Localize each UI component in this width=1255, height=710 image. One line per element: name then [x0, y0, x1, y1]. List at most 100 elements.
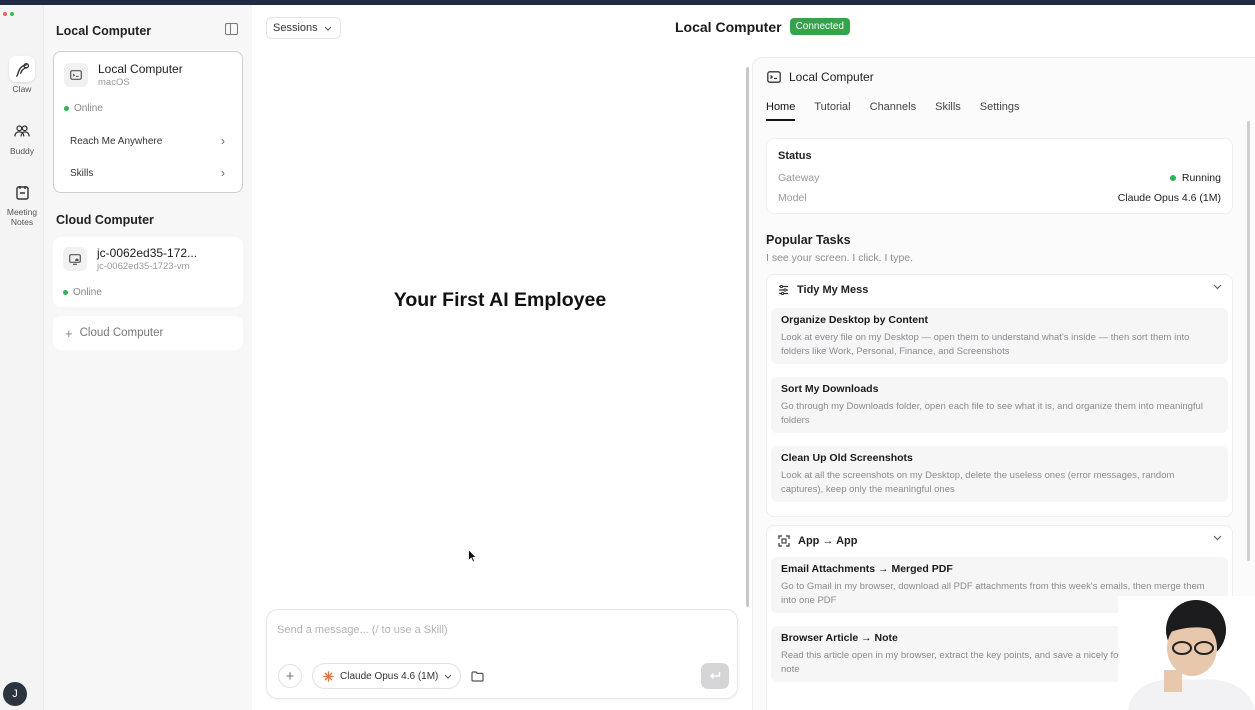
group-title: App → App — [798, 535, 858, 547]
claude-logo-icon — [323, 670, 334, 682]
folder-icon — [470, 670, 484, 682]
model-value: Claude Opus 4.6 (1M) — [1117, 192, 1221, 204]
gateway-label: Gateway — [778, 172, 820, 184]
chat-area: Sessions Your First AI Employee Send a m… — [252, 5, 752, 710]
tab-settings[interactable]: Settings — [980, 101, 1020, 121]
add-cloud-label: Cloud Computer — [79, 327, 164, 339]
window-controls — [3, 12, 14, 16]
task-title: Sort My Downloads — [781, 383, 879, 395]
sessions-dropdown[interactable]: Sessions — [266, 17, 341, 39]
local-computer-heading: Local Computer — [56, 24, 152, 38]
task-item[interactable]: Sort My Downloads Go through my Download… — [771, 377, 1228, 433]
zoom-window-button[interactable] — [10, 12, 14, 16]
task-group-tidy: Tidy My Mess Organize Desktop by Content… — [766, 274, 1233, 517]
tab-home[interactable]: Home — [766, 101, 796, 121]
task-title: Organize Desktop by Content — [781, 314, 929, 326]
presenter-webcam-overlay — [1118, 596, 1255, 710]
claw-icon — [9, 56, 35, 82]
sidebar-toggle-icon[interactable] — [225, 23, 238, 35]
chevron-down-icon[interactable] — [1213, 284, 1222, 290]
notes-icon — [9, 179, 35, 205]
device-id: jc-0062ed35-1723-vm — [97, 261, 190, 272]
device-name: Local Computer — [98, 62, 183, 76]
chevron-right-icon: › — [221, 166, 225, 180]
connection-header: Local Computer Connected — [675, 18, 850, 35]
chevron-down-icon[interactable] — [1213, 535, 1222, 541]
panel-scrollbar[interactable] — [1247, 121, 1250, 561]
task-title: Clean Up Old Screenshots — [781, 452, 913, 464]
avatar[interactable]: J — [3, 682, 27, 706]
row-label: Reach Me Anywhere — [70, 135, 163, 147]
group-header[interactable]: App → App — [778, 535, 857, 547]
chevron-right-icon: › — [221, 134, 225, 148]
task-description: Look at every file on my Desktop — open … — [781, 332, 1190, 357]
task-description: Look at all the screenshots on my Deskto… — [781, 470, 1175, 495]
app-rail: Claw Buddy Meeting Notes J — [0, 5, 44, 710]
add-cloud-computer-button[interactable]: + Cloud Computer — [53, 316, 243, 350]
rail-item-buddy[interactable]: Buddy — [0, 118, 44, 156]
device-status: Online — [64, 103, 103, 114]
row-label: Skills — [70, 167, 94, 179]
online-dot-icon — [63, 290, 68, 295]
computer-icon — [767, 71, 781, 83]
task-item[interactable]: Organize Desktop by Content Look at ever… — [771, 308, 1228, 364]
gateway-value: Running — [1169, 172, 1221, 184]
cloud-computer-heading: Cloud Computer — [56, 213, 154, 227]
chat-scrollbar[interactable] — [746, 67, 749, 607]
rail-item-label: Notes — [10, 217, 34, 227]
tab-tutorial[interactable]: Tutorial — [814, 101, 850, 121]
message-input[interactable]: Send a message... (/ to use a Skill) — [277, 624, 448, 636]
group-title: Tidy My Mess — [797, 284, 869, 296]
rail-item-label: Buddy — [9, 146, 35, 156]
model-label: Claude Opus 4.6 (1M) — [340, 670, 439, 682]
panel-title: Local Computer — [789, 70, 874, 84]
skills-row[interactable]: Skills › — [61, 160, 235, 186]
chevron-down-icon — [324, 26, 332, 31]
rail-item-label: Claw — [12, 84, 32, 94]
panel-header: Local Computer — [767, 70, 874, 84]
task-title: Email Attachments → Merged PDF — [781, 563, 953, 575]
enter-icon — [710, 672, 721, 679]
folder-button[interactable] — [465, 664, 489, 688]
close-window-button[interactable] — [3, 12, 7, 16]
rail-item-label: Meeting — [6, 207, 38, 217]
add-attachment-button[interactable]: + — [278, 664, 302, 688]
status-heading: Status — [778, 150, 812, 162]
rail-item-claw[interactable]: Claw — [0, 56, 44, 94]
model-selector[interactable]: Claude Opus 4.6 (1M) — [312, 663, 462, 689]
status-badge: Connected — [789, 18, 850, 35]
device-status: Online — [63, 287, 102, 298]
plus-icon: + — [285, 667, 295, 685]
plus-icon: + — [65, 325, 73, 341]
cloud-computer-icon — [63, 247, 87, 271]
tab-skills[interactable]: Skills — [935, 101, 961, 121]
computer-icon — [64, 63, 88, 87]
tab-channels[interactable]: Channels — [870, 101, 916, 121]
sessions-label: Sessions — [273, 22, 318, 34]
buddy-icon — [9, 118, 35, 144]
running-dot-icon — [1169, 175, 1176, 181]
cloud-computer-card[interactable]: jc-0062ed35-172... jc-0062ed35-1723-vm O… — [53, 237, 243, 307]
computer-title: Local Computer — [675, 18, 782, 35]
app-transfer-icon — [778, 535, 790, 547]
popular-tasks-title: Popular Tasks — [766, 233, 851, 247]
send-button[interactable] — [701, 663, 729, 689]
local-computer-card[interactable]: Local Computer macOS Online Reach Me Any… — [53, 51, 243, 193]
reach-me-anywhere-row[interactable]: Reach Me Anywhere › — [61, 128, 235, 154]
sidebar: Local Computer Local Computer macOS Onli… — [44, 5, 252, 710]
group-header[interactable]: Tidy My Mess — [778, 284, 868, 296]
task-description: Go through my Downloads folder, open eac… — [781, 401, 1203, 426]
list-icon — [779, 285, 788, 295]
message-composer[interactable]: Send a message... (/ to use a Skill) + C… — [266, 609, 738, 699]
task-item[interactable]: Clean Up Old Screenshots Look at all the… — [771, 446, 1228, 502]
chevron-down-icon — [444, 674, 452, 679]
hero-title: Your First AI Employee — [393, 289, 607, 311]
online-dot-icon — [64, 106, 69, 111]
mouse-cursor-icon — [468, 549, 477, 563]
popular-tasks-subtitle: I see your screen. I click. I type. — [766, 252, 914, 264]
rail-item-meeting-notes[interactable]: Meeting Notes — [0, 179, 44, 227]
panel-tabs: Home Tutorial Channels Skills Settings — [766, 101, 1020, 121]
device-name: jc-0062ed35-172... — [97, 246, 198, 260]
model-label: Model — [778, 192, 807, 204]
status-card: Status Gateway Running Model Claude Opus… — [766, 138, 1233, 214]
